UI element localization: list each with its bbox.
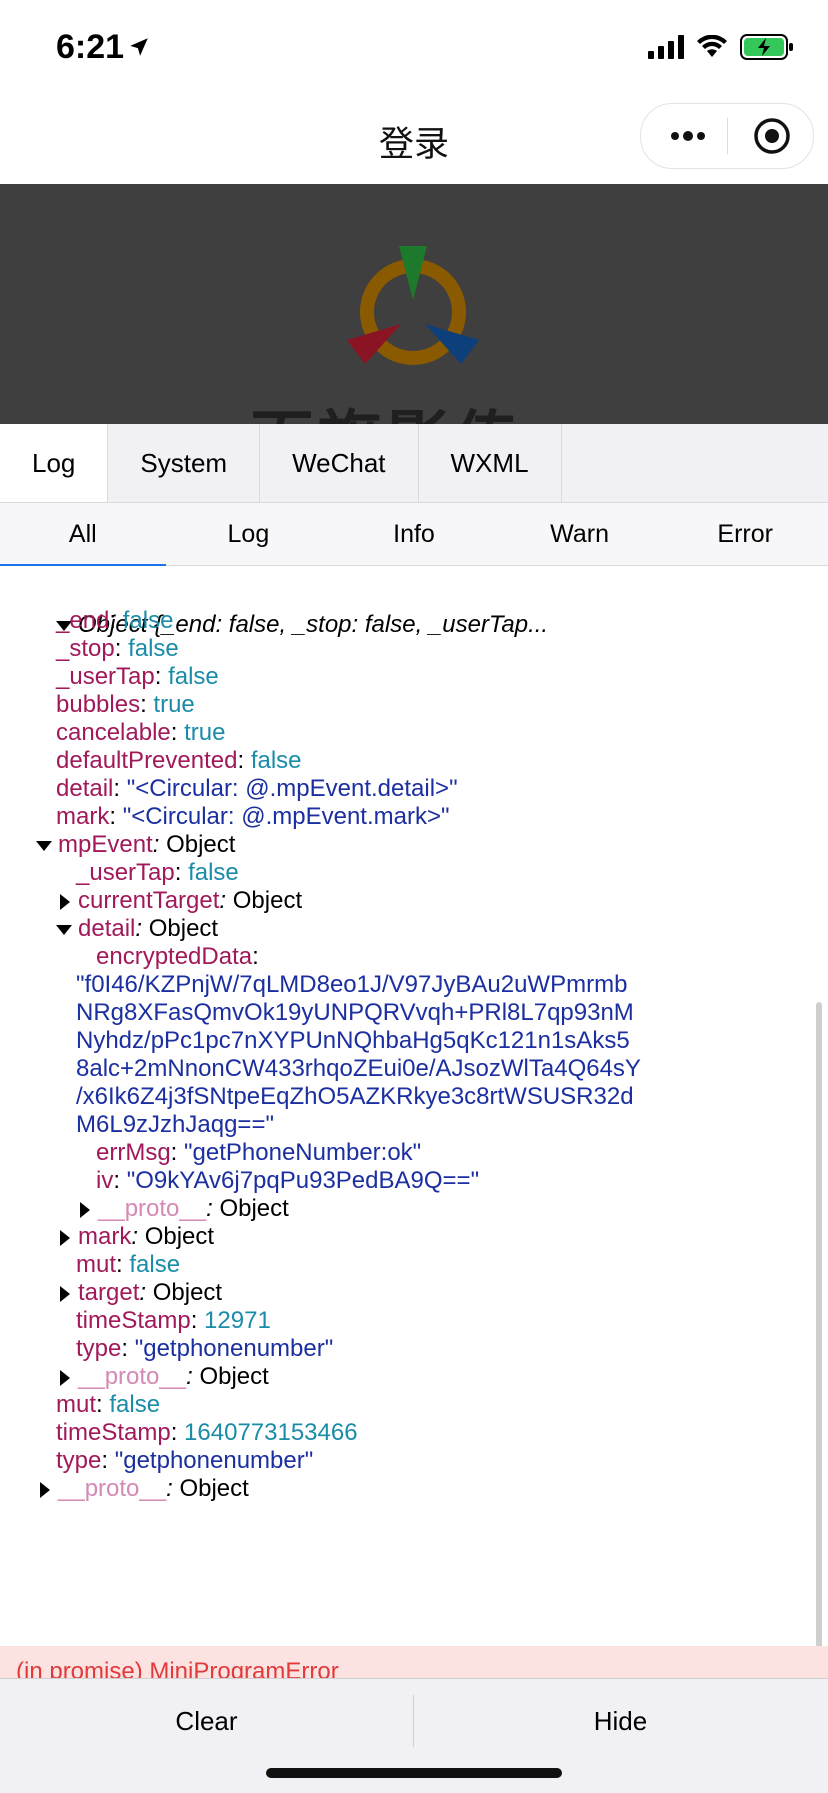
log-scrollbar[interactable] — [816, 1002, 822, 1702]
tab-wechat[interactable]: WeChat — [260, 424, 419, 502]
status-bar: 6:21 — [0, 0, 828, 96]
filter-info[interactable]: Info — [331, 503, 497, 565]
vconsole-panel: Log System WeChat WXML All Log Info Warn… — [0, 424, 828, 1793]
tab-wxml[interactable]: WXML — [419, 424, 562, 502]
log-node-proto[interactable]: __proto__: Object — [40, 1473, 249, 1505]
brand-text: 百旗影传 — [250, 390, 522, 424]
status-time: 6:21 — [56, 28, 125, 66]
status-icons — [648, 34, 794, 60]
collapse-arrow-icon[interactable] — [60, 1369, 70, 1386]
brand-logo-icon — [347, 246, 479, 365]
tab-log[interactable]: Log — [0, 424, 109, 502]
hide-button[interactable]: Hide — [414, 1679, 827, 1763]
log-filter-tabs: All Log Info Warn Error — [0, 503, 828, 566]
collapse-arrow-icon[interactable] — [40, 1481, 50, 1498]
filter-error[interactable]: Error — [662, 503, 828, 565]
vconsole-tabs: Log System WeChat WXML — [0, 424, 828, 503]
close-miniprogram-icon[interactable] — [753, 117, 791, 155]
home-indicator[interactable] — [266, 1768, 562, 1778]
battery-charging-icon — [740, 34, 793, 60]
error-text: (in promise) MiniProgramError — [16, 1658, 339, 1680]
expand-arrow-icon[interactable] — [56, 924, 72, 935]
collapse-arrow-icon[interactable] — [60, 1229, 70, 1246]
location-arrow-icon — [130, 38, 148, 56]
filter-log[interactable]: Log — [166, 503, 332, 565]
expand-arrow-icon[interactable] — [36, 840, 52, 851]
page-overlay: 百旗影传 — [0, 184, 828, 424]
tab-system[interactable]: System — [108, 424, 261, 502]
wifi-icon — [697, 35, 727, 57]
nav-bar: 登录 — [0, 96, 828, 184]
collapse-arrow-icon[interactable] — [80, 1201, 90, 1218]
collapse-arrow-icon[interactable] — [60, 893, 70, 910]
error-log-entry: (in promise) MiniProgramError — [0, 1646, 828, 1680]
clear-button[interactable]: Clear — [0, 1679, 413, 1763]
collapse-arrow-icon[interactable] — [60, 1285, 70, 1302]
capsule-menu — [640, 103, 814, 169]
more-icon[interactable] — [667, 122, 709, 150]
log-output[interactable]: Object {_end: false, _stop: false, _user… — [0, 565, 828, 1603]
capsule-divider — [727, 118, 728, 154]
filter-warn[interactable]: Warn — [497, 503, 663, 565]
cellular-signal-icon — [648, 35, 684, 59]
filter-all[interactable]: All — [0, 503, 166, 566]
